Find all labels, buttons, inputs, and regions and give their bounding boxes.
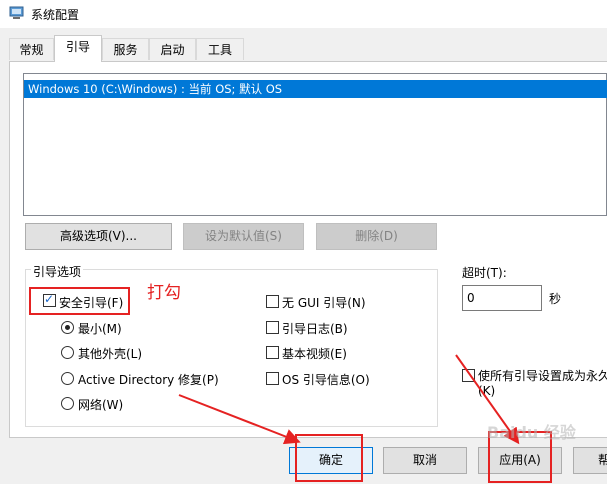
annotation-arrows	[178, 354, 520, 445]
tab-boot[interactable]: 引导	[54, 35, 102, 62]
watermark: Baidu 经验	[487, 423, 576, 442]
arrow-to-ok	[178, 394, 301, 445]
